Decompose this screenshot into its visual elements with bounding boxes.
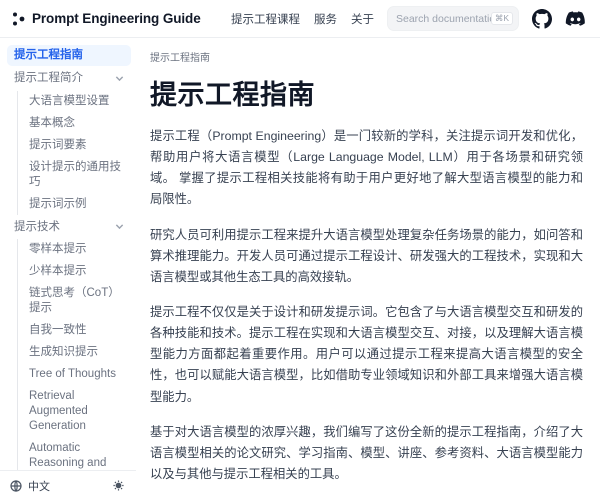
- sidebar-footer: 中文: [0, 470, 136, 500]
- breadcrumb: 提示工程指南: [150, 49, 583, 64]
- content-paragraph: 提示工程不仅仅是关于设计和研发提示词。它包含了与大语言模型交互和研发的各种技能和…: [150, 302, 583, 408]
- chevron-down-icon: [115, 222, 124, 231]
- sidebar-item-guide[interactable]: 提示工程指南: [7, 45, 131, 66]
- sidebar-subsection-introduction: 大语言模型设置基本概念提示词要素设计提示的通用技巧提示词示例: [17, 91, 131, 215]
- header-nav: 提示工程课程服务关于: [231, 11, 374, 27]
- sidebar-item-label: 提示技术: [14, 220, 60, 235]
- logo-text: Prompt Engineering Guide: [32, 11, 201, 26]
- sidebar-subitem[interactable]: 设计提示的通用技巧: [27, 157, 131, 193]
- discord-icon[interactable]: [565, 11, 586, 27]
- search-input[interactable]: [396, 13, 491, 25]
- sidebar-item-techniques[interactable]: 提示技术: [7, 217, 131, 238]
- sidebar-subitem[interactable]: 自我一致性: [27, 320, 131, 341]
- main-content: 提示工程指南 提示工程指南 提示工程（Prompt Engineering）是一…: [136, 38, 600, 500]
- chevron-down-icon: [115, 74, 124, 83]
- sidebar-subitem[interactable]: 提示词示例: [27, 194, 131, 215]
- content-paragraph: 提示工程（Prompt Engineering）是一门较新的学科，关注提示词开发…: [150, 126, 583, 211]
- content-paragraph: 研究人员可利用提示工程来提升大语言模型处理复杂任务场景的能力，如问答和算术推理能…: [150, 225, 583, 288]
- page-title: 提示工程指南: [150, 73, 583, 112]
- nav-link-about[interactable]: 关于: [351, 11, 374, 27]
- sidebar-subsection-techniques: 零样本提示少样本提示链式思考（CoT）提示自我一致性生成知识提示Tree of …: [17, 239, 131, 470]
- logo-dots-icon: [12, 11, 25, 27]
- sidebar-nav: 提示工程指南提示工程简介大语言模型设置基本概念提示词要素设计提示的通用技巧提示词…: [0, 38, 136, 470]
- search-shortcut-kbd: ⌘K: [491, 12, 513, 25]
- nav-link-services[interactable]: 服务: [314, 11, 337, 27]
- sidebar-subitem[interactable]: 生成知识提示: [27, 342, 131, 363]
- sidebar-item-label: 提示工程简介: [14, 71, 83, 86]
- language-switcher[interactable]: 中文: [10, 478, 50, 494]
- theme-toggle-icon[interactable]: [113, 480, 124, 491]
- content-paragraph: 基于对大语言模型的浓厚兴趣，我们编写了这份全新的提示工程指南，介绍了大语言模型相…: [150, 422, 583, 485]
- sidebar-subitem[interactable]: 少样本提示: [27, 261, 131, 282]
- header: Prompt Engineering Guide 提示工程课程服务关于 ⌘K: [0, 0, 600, 38]
- sidebar-subitem[interactable]: Automatic Reasoning and Tool-use: [27, 438, 131, 470]
- sidebar-subitem[interactable]: 大语言模型设置: [27, 91, 131, 112]
- sidebar-item-introduction[interactable]: 提示工程简介: [7, 68, 131, 89]
- sidebar-item-label: 提示工程指南: [14, 48, 83, 63]
- sidebar-subitem[interactable]: 基本概念: [27, 113, 131, 134]
- logo[interactable]: Prompt Engineering Guide: [12, 11, 201, 27]
- language-label: 中文: [28, 478, 50, 494]
- sidebar-subitem[interactable]: 链式思考（CoT）提示: [27, 283, 131, 319]
- search-box[interactable]: ⌘K: [387, 6, 519, 31]
- nav-link-course[interactable]: 提示工程课程: [231, 11, 300, 27]
- sidebar-subitem[interactable]: Tree of Thoughts: [27, 364, 131, 385]
- sidebar: 提示工程指南提示工程简介大语言模型设置基本概念提示词要素设计提示的通用技巧提示词…: [0, 38, 136, 500]
- github-icon[interactable]: [532, 9, 552, 29]
- sidebar-subitem[interactable]: 零样本提示: [27, 239, 131, 260]
- globe-icon: [10, 480, 22, 492]
- sidebar-subitem[interactable]: 提示词要素: [27, 135, 131, 156]
- content-paragraphs: 提示工程（Prompt Engineering）是一门较新的学科，关注提示词开发…: [150, 126, 583, 485]
- sidebar-subitem[interactable]: Retrieval Augmented Generation: [27, 386, 131, 437]
